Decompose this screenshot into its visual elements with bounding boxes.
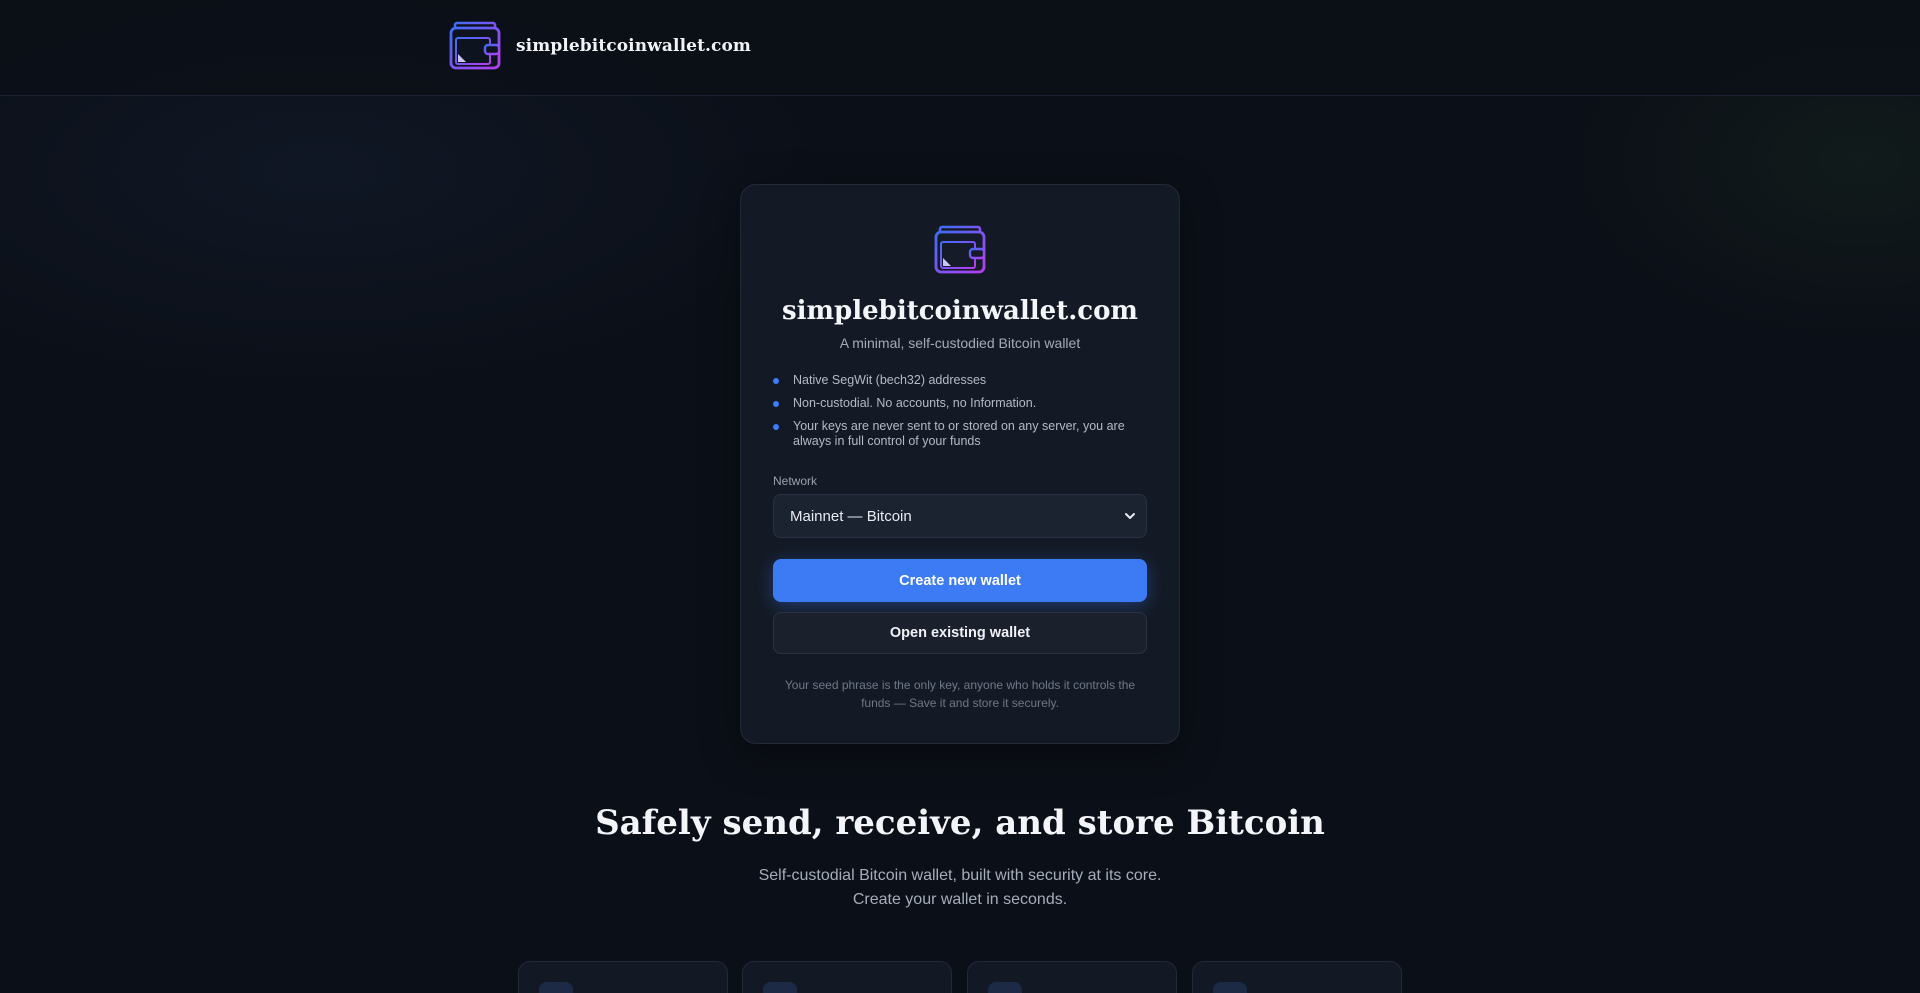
card-subtitle: A minimal, self-custodied Bitcoin wallet <box>839 335 1081 351</box>
bullet-icon <box>773 424 779 430</box>
create-wallet-button[interactable]: Create new wallet <box>773 559 1147 602</box>
network-select[interactable]: Mainnet — Bitcoin <box>773 494 1147 538</box>
feature-tile <box>1192 961 1402 993</box>
list-item: Your keys are never sent to or stored on… <box>773 419 1153 449</box>
network-label: Network <box>773 474 818 488</box>
open-wallet-button[interactable]: Open existing wallet <box>773 612 1147 654</box>
feature-tile <box>518 961 728 993</box>
brand-name: simplebitcoinwallet.com <box>516 36 752 56</box>
hero-subtitle-line: Self-custodial Bitcoin wallet, built wit… <box>758 867 1162 884</box>
wallet-setup-card: simplebitcoinwallet.com A minimal, self-… <box>740 184 1180 744</box>
feature-tile <box>742 961 952 993</box>
feature-icon <box>988 982 1022 993</box>
chevron-down-icon <box>1124 509 1136 527</box>
hero-subtitle: Self-custodial Bitcoin wallet, built wit… <box>0 864 1920 912</box>
list-item: Native SegWit (bech32) addresses <box>773 373 1153 388</box>
feature-tile <box>967 961 1177 993</box>
feature-tiles <box>518 961 1402 993</box>
list-item: Non-custodial. No accounts, no Informati… <box>773 396 1153 411</box>
hero-title: Safely send, receive, and store Bitcoin <box>595 803 1325 843</box>
feature-list: Native SegWit (bech32) addresses Non-cus… <box>773 373 1153 457</box>
feature-text: Your keys are never sent to or stored on… <box>793 419 1125 448</box>
feature-text: Native SegWit (bech32) addresses <box>793 373 987 387</box>
wallet-icon <box>934 225 986 280</box>
bullet-icon <box>773 378 779 384</box>
feature-icon <box>763 982 797 993</box>
brand-home-link[interactable]: simplebitcoinwallet.com <box>449 21 751 71</box>
wallet-icon <box>449 21 501 71</box>
feature-icon <box>539 982 573 993</box>
feature-text: Non-custodial. No accounts, no Informati… <box>793 396 1037 410</box>
top-navigation-bar: simplebitcoinwallet.com <box>0 0 1920 96</box>
seed-phrase-disclaimer: Your seed phrase is the only key, anyone… <box>784 678 1136 710</box>
feature-icon <box>1213 982 1247 993</box>
network-selected-value: Mainnet — Bitcoin <box>790 507 912 525</box>
card-title: simplebitcoinwallet.com <box>782 296 1138 326</box>
bullet-icon <box>773 401 779 407</box>
hero-subtitle-line: Create your wallet in seconds. <box>852 891 1068 908</box>
